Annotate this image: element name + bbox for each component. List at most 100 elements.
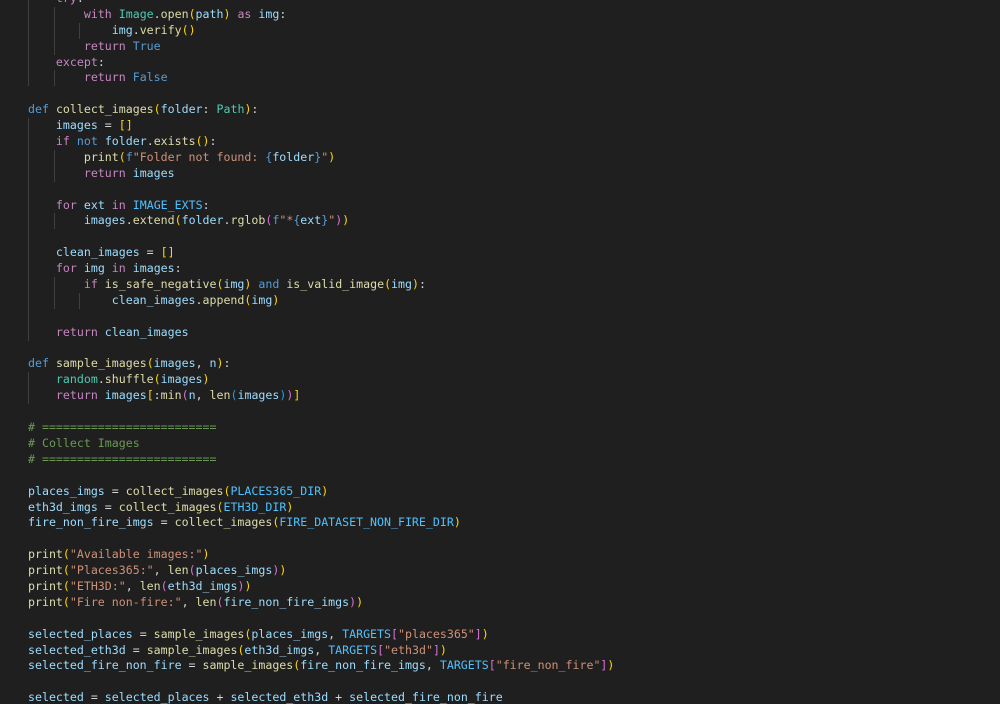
code-token: ,: [328, 626, 343, 641]
code-token: selected_fire_non_fire: [28, 658, 182, 673]
code-line[interactable]: [28, 531, 614, 547]
indent-guide: [28, 0, 29, 7]
code-line[interactable]: selected_fire_non_fire = sample_images(f…: [28, 658, 614, 674]
code-editor[interactable]: try: with Image.open(path) as img: img.v…: [0, 0, 1000, 704]
code-token: "fire_non_fire": [495, 658, 601, 673]
code-line[interactable]: [28, 674, 614, 690]
code-line[interactable]: # =========================: [28, 452, 614, 468]
code-line[interactable]: except:: [28, 54, 614, 71]
indent-guide: [28, 149, 29, 166]
code-token: [: [488, 658, 496, 673]
code-line[interactable]: for img in images:: [28, 261, 614, 278]
code-line[interactable]: # =========================: [28, 420, 614, 436]
code-line[interactable]: eth3d_imgs = collect_images(ETH3D_DIR): [28, 500, 614, 516]
code-token: ,: [153, 563, 168, 578]
code-token: (): [195, 134, 210, 149]
code-token: ): [439, 642, 447, 657]
code-token: images: [104, 388, 147, 403]
code-line[interactable]: if is_safe_negative(img) and is_valid_im…: [28, 277, 614, 293]
code-token: extend: [132, 213, 175, 228]
code-token: (: [188, 6, 196, 21]
code-line[interactable]: return images[:min(n, len(images))]: [28, 388, 614, 405]
code-line[interactable]: [28, 611, 614, 627]
code-line[interactable]: return True: [28, 38, 614, 55]
code-token: "Fire non-fire:": [69, 594, 182, 609]
code-token: :: [97, 54, 105, 69]
code-line[interactable]: return images: [28, 165, 614, 182]
code-line[interactable]: images.extend(folder.rglob(f"*{ext}")): [28, 213, 614, 230]
code-line[interactable]: def collect_images(folder: Path):: [28, 102, 614, 118]
code-line[interactable]: [28, 468, 614, 484]
code-line[interactable]: fire_non_fire_imgs = collect_images(FIRE…: [28, 515, 614, 531]
code-line[interactable]: [28, 86, 614, 102]
code-line[interactable]: # Collect Images: [28, 436, 614, 452]
code-area[interactable]: try: with Image.open(path) as img: img.v…: [28, 0, 614, 704]
code-line[interactable]: selected_eth3d = sample_images(eth3d_img…: [28, 643, 614, 659]
code-token: TARGETS: [342, 626, 392, 641]
code-token: len: [139, 578, 161, 593]
code-token: Image: [118, 6, 154, 21]
code-line[interactable]: if not folder.exists():: [28, 134, 614, 150]
code-line[interactable]: [28, 181, 614, 198]
code-line[interactable]: print("Fire non-fire:", len(fire_non_fir…: [28, 595, 614, 611]
code-token: (: [62, 594, 70, 609]
indentation: [28, 372, 56, 386]
indent-guide: [28, 6, 29, 23]
code-line[interactable]: places_imgs = collect_images(PLACES365_D…: [28, 484, 614, 500]
code-token: path: [195, 6, 224, 21]
code-line[interactable]: images = []: [28, 118, 614, 135]
code-line[interactable]: try:: [28, 0, 614, 7]
indent-guide: [53, 38, 55, 55]
code-token: n: [209, 356, 217, 371]
code-line[interactable]: return False: [28, 70, 614, 87]
code-token: clean_images: [111, 292, 196, 307]
code-line[interactable]: [28, 308, 614, 325]
code-token: ,: [314, 642, 329, 657]
code-token: ext: [83, 197, 105, 212]
code-token: PLACES365_DIR: [230, 483, 322, 498]
code-line[interactable]: print("ETH3D:", len(eth3d_imgs)): [28, 579, 614, 595]
code-token: ,: [195, 388, 210, 403]
code-line[interactable]: random.shuffle(images): [28, 372, 614, 389]
code-token: Path: [216, 102, 245, 117]
code-token: return: [83, 70, 126, 85]
code-line[interactable]: [28, 404, 614, 420]
code-line[interactable]: [28, 229, 614, 246]
code-token: collect_images: [118, 499, 217, 514]
code-token: with: [83, 6, 112, 21]
code-token: (): [181, 22, 196, 37]
code-token: .: [195, 292, 203, 307]
code-line[interactable]: selected_places = sample_images(places_i…: [28, 627, 614, 643]
code-line[interactable]: with Image.open(path) as img:: [28, 6, 614, 23]
code-line[interactable]: clean_images = []: [28, 245, 614, 262]
code-line[interactable]: print("Places365:", len(places_imgs)): [28, 563, 614, 579]
code-line[interactable]: return clean_images: [28, 324, 614, 341]
code-token: selected_places: [28, 626, 133, 641]
code-line[interactable]: for ext in IMAGE_EXTS:: [28, 197, 614, 214]
code-token: ): [272, 292, 280, 307]
code-token: eth3d_imgs: [244, 642, 315, 657]
code-line[interactable]: def sample_images(images, n):: [28, 356, 614, 372]
code-line[interactable]: print(f"Folder not found: {folder}"): [28, 149, 614, 166]
code-line[interactable]: clean_images.append(img): [28, 292, 614, 309]
code-token: except: [55, 54, 98, 69]
code-token: (: [153, 372, 161, 387]
code-line[interactable]: [28, 341, 614, 357]
code-token: collect_images: [174, 515, 273, 530]
code-line[interactable]: img.verify(): [28, 22, 614, 39]
code-line[interactable]: selected = selected_places + selected_et…: [28, 690, 614, 704]
code-token: ): [328, 149, 336, 164]
code-line[interactable]: print("Available images:"): [28, 547, 614, 563]
code-token: sample_images: [153, 626, 245, 641]
